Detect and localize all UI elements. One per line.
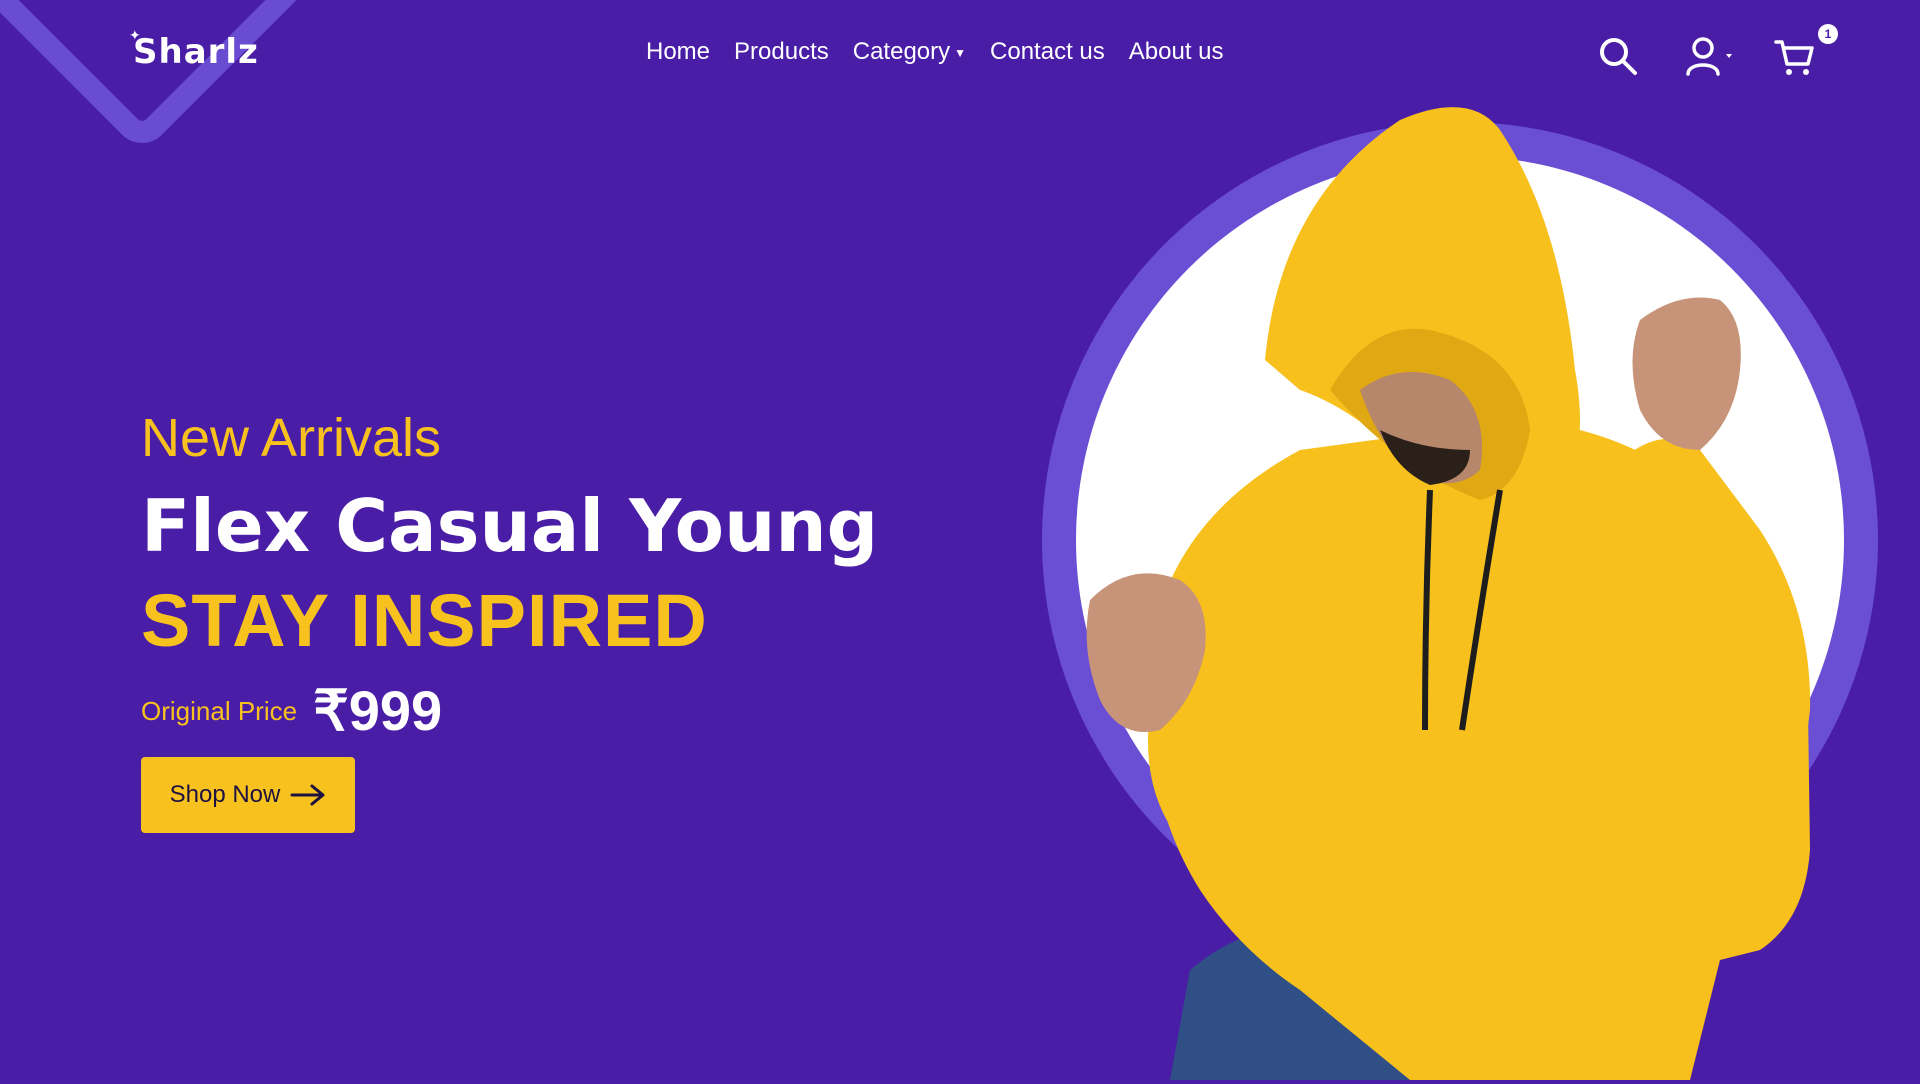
nav-home[interactable]: Home xyxy=(646,38,710,66)
nav-contact[interactable]: Contact us xyxy=(990,38,1105,66)
arrow-right-icon xyxy=(290,784,325,806)
user-icon xyxy=(1686,37,1732,76)
brand-name: Sharlz xyxy=(133,32,259,72)
hero-eyebrow: New Arrivals xyxy=(141,408,442,468)
hero-image xyxy=(1000,90,1920,1080)
brand-logo[interactable]: ✦ Sharlz xyxy=(129,28,259,72)
hero-text: New Arrivals Flex Casual Young STAY INSP… xyxy=(141,400,941,744)
price-value: ₹999 xyxy=(313,679,443,742)
sparkle-icon: ✦ xyxy=(129,28,142,44)
cart-count-badge: 1 xyxy=(1818,24,1838,44)
chevron-down-icon: ▼ xyxy=(954,45,967,60)
hero-tagline: STAY INSPIRED xyxy=(141,579,708,662)
nav-category-label: Category xyxy=(852,38,951,65)
cart-icon[interactable] xyxy=(1774,38,1816,78)
nav-about[interactable]: About us xyxy=(1129,38,1224,66)
main-nav: Home Products Category ▼ Contact us About… xyxy=(646,38,1224,66)
nav-products[interactable]: Products xyxy=(734,38,829,66)
shop-now-button[interactable]: Shop Now xyxy=(141,757,355,833)
hero-headline: Flex Casual Young xyxy=(141,484,879,568)
price-label: Original Price xyxy=(141,695,298,726)
price-row: Original Price ₹999 xyxy=(141,678,941,744)
search-icon[interactable] xyxy=(1598,36,1638,76)
user-menu-button[interactable] xyxy=(1686,36,1738,76)
shop-now-label: Shop Now xyxy=(169,781,281,808)
nav-category[interactable]: Category ▼ xyxy=(853,38,966,66)
